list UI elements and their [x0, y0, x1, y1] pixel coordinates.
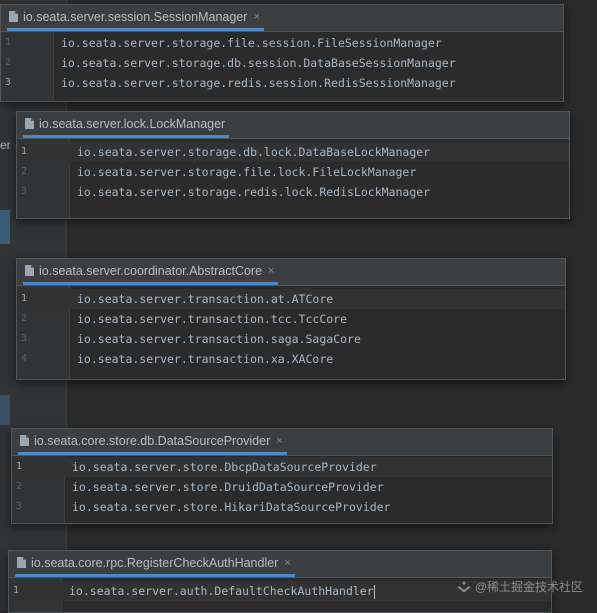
code-line[interactable]: 1 io.seata.server.transaction.at.ATCore — [17, 289, 565, 309]
tab-title: io.seata.core.rpc.RegisterCheckAuthHandl… — [31, 555, 279, 570]
tab-title: io.seata.server.coordinator.AbstractCore — [39, 263, 263, 278]
watermark-text: @稀土掘金技术社区 — [474, 580, 583, 594]
line-number: 2 — [16, 481, 23, 492]
code-line[interactable]: 3 io.seata.server.transaction.saga.SagaC… — [17, 329, 565, 349]
tab-check-auth-handler[interactable]: io.seata.core.rpc.RegisterCheckAuthHandl… — [15, 551, 295, 577]
code-text: io.seata.server.storage.redis.lock.Redis… — [77, 185, 431, 199]
line-number: 3 — [16, 501, 23, 512]
spi-file-popup-lock-manager: io.seata.server.lock.LockManager 1 io.se… — [16, 111, 570, 219]
code-text: io.seata.server.transaction.tcc.TccCore — [77, 312, 348, 326]
code-line[interactable]: 4 io.seata.server.transaction.xa.XACore — [17, 349, 565, 369]
tab-bar: io.seata.server.coordinator.AbstractCore… — [17, 259, 565, 286]
code-line[interactable]: 3 io.seata.server.storage.redis.lock.Red… — [17, 182, 569, 202]
code-line[interactable]: 1 io.seata.server.store.DbcpDataSourcePr… — [12, 457, 552, 477]
juejin-logo-icon — [457, 580, 471, 593]
line-number: 2 — [21, 313, 28, 324]
file-icon — [25, 118, 34, 129]
tab-lock-manager[interactable]: io.seata.server.lock.LockManager — [23, 112, 230, 138]
file-icon — [17, 557, 26, 568]
line-number: 4 — [21, 353, 28, 364]
clipped-text: er — [0, 138, 11, 152]
tab-title: io.seata.server.session.SessionManager — [23, 9, 248, 24]
background-selection-band — [0, 395, 10, 425]
code-line[interactable]: 3 io.seata.server.storage.redis.session.… — [1, 73, 563, 93]
editor-body[interactable]: 1 io.seata.server.storage.file.session.F… — [1, 32, 563, 101]
file-icon — [9, 11, 18, 22]
tab-datasource-provider[interactable]: io.seata.core.store.db.DataSourceProvide… — [18, 429, 287, 455]
line-number: 2 — [21, 166, 28, 177]
spi-file-popup-datasource-provider: io.seata.core.store.db.DataSourceProvide… — [11, 428, 553, 524]
spi-file-popup-abstract-core: io.seata.server.coordinator.AbstractCore… — [16, 258, 566, 380]
editor-body[interactable]: 1 io.seata.server.storage.db.lock.DataBa… — [17, 139, 569, 218]
watermark: @稀土掘金技术社区 — [457, 578, 583, 595]
code-line[interactable]: 3 io.seata.server.store.HikariDataSource… — [12, 497, 552, 517]
tab-bar: io.seata.core.store.db.DataSourceProvide… — [12, 429, 552, 456]
line-number: 1 — [21, 293, 28, 304]
code-text: io.seata.server.store.DbcpDataSourceProv… — [72, 460, 377, 474]
code-text: io.seata.server.storage.file.session.Fil… — [61, 36, 442, 50]
tab-bar: io.seata.server.lock.LockManager — [17, 112, 569, 139]
code-text: io.seata.server.storage.redis.session.Re… — [61, 76, 456, 90]
code-line[interactable]: 2 io.seata.server.storage.db.session.Dat… — [1, 53, 563, 73]
code-text: io.seata.server.transaction.xa.XACore — [77, 352, 334, 366]
close-icon[interactable]: × — [276, 435, 282, 447]
code-text: io.seata.server.storage.file.lock.FileLo… — [77, 165, 417, 179]
code-text: io.seata.server.transaction.saga.SagaCor… — [77, 332, 361, 346]
tab-title: io.seata.core.store.db.DataSourceProvide… — [34, 433, 271, 448]
code-line[interactable]: 2 io.seata.server.transaction.tcc.TccCor… — [17, 309, 565, 329]
line-number: 2 — [5, 57, 12, 68]
code-text: io.seata.server.transaction.at.ATCore — [77, 292, 334, 306]
tab-bar: io.seata.core.rpc.RegisterCheckAuthHandl… — [9, 551, 551, 578]
file-icon — [25, 265, 34, 276]
code-line[interactable]: 2 io.seata.server.store.DruidDataSourceP… — [12, 477, 552, 497]
code-text: io.seata.server.storage.db.lock.DataBase… — [77, 145, 431, 159]
line-number: 3 — [5, 77, 12, 88]
code-text-content: io.seata.server.auth.DefaultCheckAuthHan… — [69, 584, 374, 598]
editor-body[interactable]: 1 io.seata.server.transaction.at.ATCore … — [17, 286, 565, 379]
close-icon[interactable]: × — [253, 11, 259, 23]
code-line[interactable]: 1 io.seata.server.storage.db.lock.DataBa… — [17, 142, 569, 162]
tab-bar: io.seata.server.session.SessionManager × — [1, 5, 563, 32]
line-number: 1 — [5, 37, 12, 48]
line-number: 1 — [16, 461, 23, 472]
text-caret — [373, 584, 375, 599]
code-text: io.seata.server.auth.DefaultCheckAuthHan… — [69, 581, 375, 601]
line-number: 3 — [21, 333, 28, 344]
spi-file-popup-session-manager: io.seata.server.session.SessionManager ×… — [0, 4, 564, 102]
file-icon — [20, 435, 29, 446]
tab-abstract-core[interactable]: io.seata.server.coordinator.AbstractCore… — [23, 259, 279, 285]
code-text: io.seata.server.storage.db.session.DataB… — [61, 56, 456, 70]
line-number: 3 — [21, 186, 28, 197]
tab-session-manager[interactable]: io.seata.server.session.SessionManager × — [7, 5, 264, 31]
line-number: 1 — [13, 585, 20, 596]
line-number: 1 — [21, 146, 28, 157]
tab-title: io.seata.server.lock.LockManager — [39, 116, 226, 131]
code-line[interactable]: 2 io.seata.server.storage.file.lock.File… — [17, 162, 569, 182]
code-text: io.seata.server.store.HikariDataSourcePr… — [72, 500, 391, 514]
background-selection-band — [0, 210, 10, 244]
close-icon[interactable]: × — [284, 557, 290, 569]
code-text: io.seata.server.store.DruidDataSourcePro… — [72, 480, 384, 494]
editor-body[interactable]: 1 io.seata.server.store.DbcpDataSourcePr… — [12, 456, 552, 523]
code-line[interactable]: 1 io.seata.server.storage.file.session.F… — [1, 33, 563, 53]
close-icon[interactable]: × — [268, 265, 274, 277]
